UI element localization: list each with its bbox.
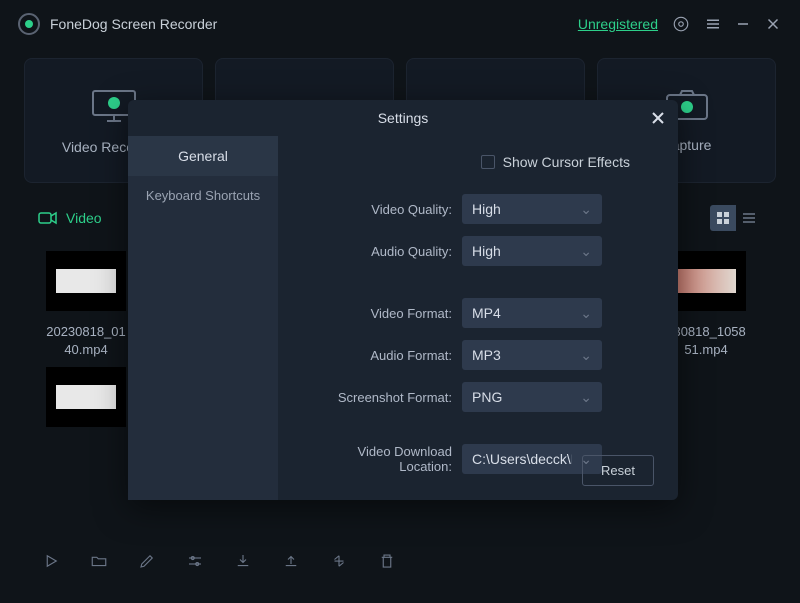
play-icon: [42, 552, 60, 570]
chevron-down-icon: ⌄: [580, 347, 592, 364]
download-button[interactable]: [234, 552, 252, 575]
modal-body: General Keyboard Shortcuts Show Cursor E…: [128, 136, 678, 500]
screenshot-format-value: PNG: [472, 389, 502, 405]
adjust-button[interactable]: [186, 552, 204, 575]
app-title: FoneDog Screen Recorder: [50, 16, 217, 32]
video-format-row: Video Format: MP4 ⌄: [302, 298, 654, 328]
audio-quality-row: Audio Quality: High ⌄: [302, 236, 654, 266]
bottom-toolbar: [42, 552, 396, 575]
video-quality-row: Video Quality: High ⌄: [302, 194, 654, 224]
thumbnail: [666, 251, 746, 311]
unregistered-link[interactable]: Unregistered: [578, 16, 658, 32]
folder-button[interactable]: [90, 552, 108, 575]
folder-icon: [90, 552, 108, 570]
play-button[interactable]: [42, 552, 60, 575]
download-location-value: C:\Users\decck\Do: [472, 451, 572, 467]
list-icon: [742, 211, 756, 225]
thumbnail: [46, 367, 126, 427]
hamburger-icon: [704, 15, 722, 33]
video-format-select[interactable]: MP4 ⌄: [462, 298, 602, 328]
screenshot-format-row: Screenshot Format: PNG ⌄: [302, 382, 654, 412]
chevron-down-icon: ⌄: [580, 389, 592, 406]
modal-title: Settings: [378, 110, 429, 126]
audio-format-row: Audio Format: MP3 ⌄: [302, 340, 654, 370]
close-button[interactable]: [764, 15, 782, 33]
grid-icon: [716, 211, 730, 225]
modal-content: Show Cursor Effects Video Quality: High …: [278, 136, 678, 500]
audio-quality-select[interactable]: High ⌄: [462, 236, 602, 266]
show-cursor-checkbox[interactable]: [481, 155, 495, 169]
app-logo-icon: [18, 13, 40, 35]
reset-button[interactable]: Reset: [582, 455, 654, 486]
minimize-button[interactable]: [736, 17, 750, 31]
show-cursor-label: Show Cursor Effects: [503, 154, 630, 170]
file-item[interactable]: [46, 367, 126, 427]
view-toggle: [710, 205, 762, 231]
modal-header: Settings: [128, 100, 678, 136]
audio-format-label: Audio Format:: [302, 348, 452, 363]
close-icon: [764, 15, 782, 33]
audio-quality-label: Audio Quality:: [302, 244, 452, 259]
audio-format-value: MP3: [472, 347, 501, 363]
file-item[interactable]: 20230818_01 40.mp4: [46, 251, 126, 359]
video-quality-label: Video Quality:: [302, 202, 452, 217]
trash-icon: [378, 552, 396, 570]
sidebar-item-general[interactable]: General: [128, 136, 278, 176]
download-icon: [234, 552, 252, 570]
titlebar-right: Unregistered: [578, 15, 782, 33]
chevron-down-icon: ⌄: [580, 305, 592, 322]
video-format-label: Video Format:: [302, 306, 452, 321]
view-grid-button[interactable]: [710, 205, 736, 231]
audio-format-select[interactable]: MP3 ⌄: [462, 340, 602, 370]
chevron-down-icon: ⌄: [580, 201, 592, 218]
download-location-label: Video Download Location:: [302, 444, 452, 474]
convert-icon: [330, 552, 348, 570]
share-button[interactable]: [282, 552, 300, 575]
video-quality-value: High: [472, 201, 501, 217]
minimize-icon: [736, 17, 750, 31]
edit-button[interactable]: [138, 552, 156, 575]
tab-video[interactable]: Video: [38, 210, 102, 226]
download-location-select[interactable]: C:\Users\decck\Do ⌄: [462, 444, 602, 474]
tab-video-label: Video: [66, 210, 102, 226]
menu-button[interactable]: [704, 15, 722, 33]
titlebar-left: FoneDog Screen Recorder: [18, 13, 217, 35]
file-name: 20230818_01 40.mp4: [46, 323, 126, 359]
delete-button[interactable]: [378, 552, 396, 575]
screenshot-format-select[interactable]: PNG ⌄: [462, 382, 602, 412]
video-format-value: MP4: [472, 305, 501, 321]
settings-button[interactable]: [672, 15, 690, 33]
sliders-icon: [186, 552, 204, 570]
video-quality-select[interactable]: High ⌄: [462, 194, 602, 224]
show-cursor-row: Show Cursor Effects: [302, 154, 654, 170]
gear-icon: [672, 15, 690, 33]
titlebar: FoneDog Screen Recorder Unregistered: [0, 0, 800, 48]
close-icon: [652, 112, 664, 124]
modal-sidebar: General Keyboard Shortcuts: [128, 136, 278, 500]
videocam-icon: [38, 211, 58, 225]
file-name: 230818_1058 51.mp4: [666, 323, 746, 359]
modal-close-button[interactable]: [652, 108, 664, 129]
convert-button[interactable]: [330, 552, 348, 575]
pencil-icon: [138, 552, 156, 570]
thumbnail: [46, 251, 126, 311]
share-icon: [282, 552, 300, 570]
sidebar-item-shortcuts[interactable]: Keyboard Shortcuts: [128, 176, 278, 215]
chevron-down-icon: ⌄: [580, 243, 592, 260]
view-list-button[interactable]: [736, 205, 762, 231]
audio-quality-value: High: [472, 243, 501, 259]
settings-modal: Settings General Keyboard Shortcuts Show…: [128, 100, 678, 500]
file-item[interactable]: 230818_1058 51.mp4: [666, 251, 746, 359]
screenshot-format-label: Screenshot Format:: [302, 390, 452, 405]
